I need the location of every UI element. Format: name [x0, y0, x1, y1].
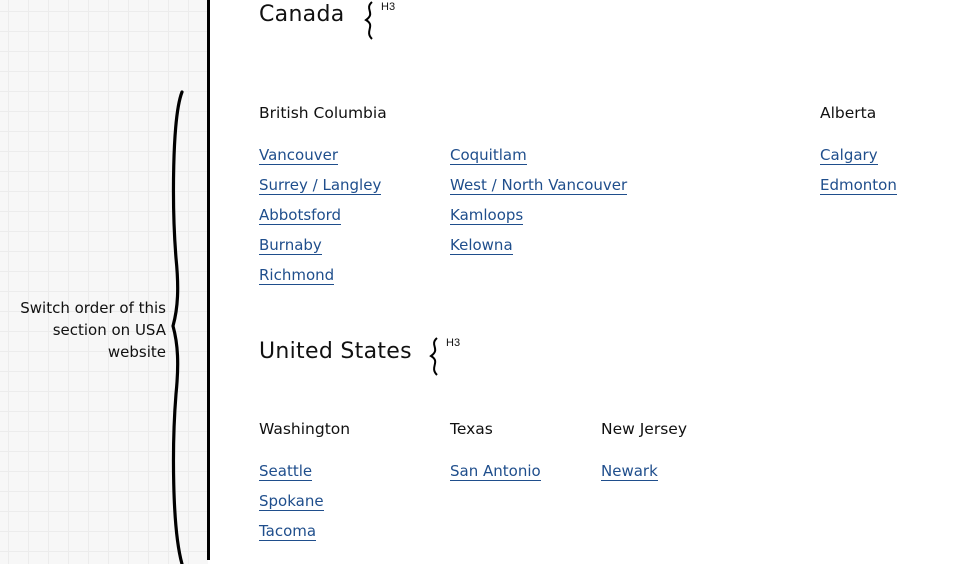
- city-list: Calgary Edmonton: [820, 145, 897, 205]
- annotation-line: website: [107, 343, 166, 361]
- city-link-burnaby[interactable]: Burnaby: [259, 236, 322, 255]
- city-link-west-north-vancouver[interactable]: West / North Vancouver: [450, 176, 628, 195]
- city-list: Newark: [601, 461, 658, 491]
- city-link-kelowna[interactable]: Kelowna: [450, 236, 513, 255]
- annotation-note: Switch order of this section on USA webs…: [0, 297, 166, 363]
- region-heading-alberta: Alberta: [820, 104, 877, 122]
- city-list: San Antonio: [450, 461, 541, 491]
- city-link-seattle[interactable]: Seattle: [259, 462, 313, 481]
- city-link-spokane[interactable]: Spokane: [259, 492, 324, 511]
- h3-label: H3: [381, 1, 396, 13]
- city-link-edmonton[interactable]: Edmonton: [820, 176, 897, 195]
- annotation-line: section on USA: [52, 321, 166, 339]
- clipped-next-heading: [220, 556, 500, 564]
- city-link-tacoma[interactable]: Tacoma: [259, 522, 317, 541]
- city-list: Vancouver Surrey / Langley Abbotsford Bu…: [259, 145, 382, 295]
- city-link-vancouver[interactable]: Vancouver: [259, 146, 338, 165]
- city-list: Coquitlam West / North Vancouver Kamloop…: [450, 145, 628, 265]
- region-heading-british-columbia: British Columbia: [259, 104, 387, 122]
- h3-annotation: H3: [362, 1, 395, 45]
- region-heading-new-jersey: New Jersey: [601, 420, 687, 438]
- annotation-line: Switch order of this: [20, 299, 166, 317]
- squiggle-brace-icon: [364, 1, 373, 40]
- city-link-san-antonio[interactable]: San Antonio: [450, 462, 541, 481]
- squiggle-brace-icon: [429, 337, 438, 376]
- city-link-surrey-langley[interactable]: Surrey / Langley: [259, 176, 382, 195]
- city-link-abbotsford[interactable]: Abbotsford: [259, 206, 342, 225]
- region-heading-texas: Texas: [450, 420, 493, 438]
- city-link-coquitlam[interactable]: Coquitlam: [450, 146, 527, 165]
- curly-brace-icon: [171, 90, 184, 564]
- city-link-kamloops[interactable]: Kamloops: [450, 206, 524, 225]
- city-list: Seattle Spokane Tacoma: [259, 461, 324, 551]
- h3-label: H3: [446, 337, 461, 349]
- country-heading-canada: Canada: [259, 2, 345, 27]
- page-left-border: [207, 0, 210, 560]
- region-heading-washington: Washington: [259, 420, 351, 438]
- city-link-newark[interactable]: Newark: [601, 462, 658, 481]
- country-heading-united-states: United States: [259, 339, 412, 364]
- h3-annotation: H3: [427, 337, 460, 381]
- city-link-richmond[interactable]: Richmond: [259, 266, 335, 285]
- city-link-calgary[interactable]: Calgary: [820, 146, 878, 165]
